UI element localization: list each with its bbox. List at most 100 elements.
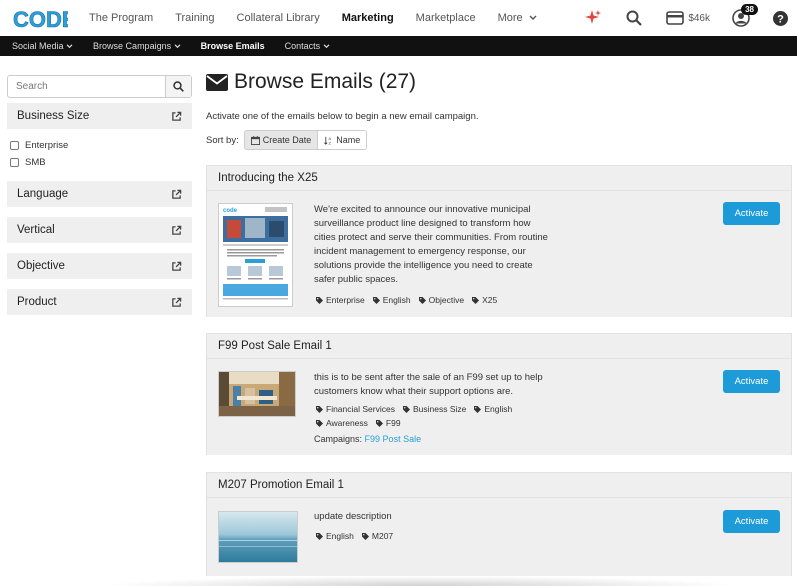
chevron-down-icon: [529, 15, 537, 20]
option-label: SMB: [25, 157, 46, 168]
description-line: surveillance product line designed to tr…: [314, 218, 531, 229]
option-label: Enterprise: [25, 140, 69, 151]
filter-sidebar: Business Size Enterprise SMB Language Ve…: [7, 75, 192, 315]
sort-option-label: Create Date: [262, 135, 312, 145]
search-input[interactable]: [8, 76, 165, 97]
tag-list: English M207: [316, 529, 556, 543]
tag-icon: [375, 419, 383, 427]
tag-label: English: [484, 404, 513, 414]
tag-label: Awareness: [326, 418, 368, 428]
description-line: customers know what their support option…: [314, 386, 514, 397]
filter-option-smb[interactable]: SMB: [10, 154, 189, 171]
email-card: Introducing the X25 code We're excited t…: [206, 165, 792, 317]
email-thumbnail[interactable]: [218, 371, 296, 417]
campaigns-line: Campaigns: F99 Post Sale: [314, 434, 421, 444]
external-link-icon: [172, 261, 182, 271]
subnav-browse-emails[interactable]: Browse Emails: [201, 41, 265, 51]
sort-create-date-button[interactable]: Create Date: [243, 130, 319, 150]
nav-more-label: More: [497, 12, 523, 24]
business-size-options: Enterprise SMB: [7, 129, 192, 177]
filter-option-enterprise[interactable]: Enterprise: [10, 137, 189, 154]
main-content: Browse Emails (27) Activate one of the e…: [206, 68, 792, 150]
chevron-down-icon: [66, 44, 73, 49]
nav-training[interactable]: Training: [175, 0, 214, 36]
email-card-title[interactable]: F99 Post Sale Email 1: [207, 334, 791, 359]
nav-marketing[interactable]: Marketing: [342, 0, 394, 36]
nav-collateral-library[interactable]: Collateral Library: [237, 0, 320, 36]
sub-navigation: Social Media Browse Campaigns Browse Ema…: [0, 36, 797, 56]
activate-button[interactable]: Activate: [723, 370, 780, 393]
svg-text:?: ?: [777, 13, 784, 25]
page-title: Browse Emails (27): [206, 68, 792, 96]
filter-objective[interactable]: Objective: [7, 253, 192, 279]
sparkle-icon[interactable]: [584, 0, 602, 36]
tag[interactable]: Business Size: [402, 402, 467, 416]
checkbox[interactable]: [10, 158, 19, 167]
wallet-button[interactable]: $46k: [666, 11, 710, 25]
filter-vertical[interactable]: Vertical: [7, 217, 192, 243]
tag-icon: [372, 296, 380, 304]
help-icon[interactable]: ?: [772, 0, 789, 36]
sort-bar: Sort by: Create Date AZ Name: [206, 130, 792, 150]
filter-language[interactable]: Language: [7, 181, 192, 207]
tag[interactable]: Financial Services: [316, 402, 395, 416]
main-nav: The Program Training Collateral Library …: [89, 0, 559, 36]
tag[interactable]: Enterprise: [316, 293, 365, 307]
email-thumbnail[interactable]: [218, 511, 298, 563]
sort-name-button[interactable]: AZ Name: [318, 130, 368, 150]
email-card-body: update description English M207 Activate: [207, 498, 791, 576]
tag-label: M207: [371, 531, 394, 541]
email-card-title[interactable]: M207 Promotion Email 1: [207, 473, 791, 498]
tag[interactable]: M207: [361, 529, 394, 543]
email-thumbnail[interactable]: code: [218, 203, 293, 307]
checkbox[interactable]: [10, 141, 19, 150]
search-button[interactable]: [165, 76, 191, 97]
filter-label: Language: [17, 188, 69, 200]
campaigns-label: Campaigns:: [314, 434, 363, 444]
user-menu[interactable]: 38: [732, 0, 758, 36]
tag-label: Business Size: [412, 404, 467, 414]
filter-product[interactable]: Product: [7, 289, 192, 315]
activate-button[interactable]: Activate: [723, 510, 780, 533]
filter-label: Objective: [17, 260, 65, 272]
tag-icon: [472, 296, 480, 304]
tag[interactable]: English: [316, 529, 354, 543]
tag-icon: [316, 405, 323, 413]
search-icon[interactable]: [626, 0, 643, 36]
logo[interactable]: CODE: [12, 5, 68, 33]
tag[interactable]: Awareness: [316, 416, 368, 430]
tag[interactable]: English: [372, 293, 411, 307]
sort-alpha-icon: AZ: [324, 136, 332, 145]
subnav-browse-campaigns[interactable]: Browse Campaigns: [93, 41, 181, 51]
nav-marketplace[interactable]: Marketplace: [416, 0, 476, 36]
tag[interactable]: English: [474, 402, 512, 416]
filter-business-size[interactable]: Business Size: [7, 103, 192, 129]
nav-right: $46k 38 ?: [584, 0, 789, 36]
subnav-contacts-label: Contacts: [284, 41, 321, 51]
filter-label: Business Size: [17, 110, 90, 122]
subnav-browse-campaigns-label: Browse Campaigns: [93, 41, 172, 51]
nav-more[interactable]: More: [498, 0, 537, 36]
tag[interactable]: Objective: [418, 293, 465, 307]
external-link-icon: [172, 297, 182, 307]
page-title-text: Browse Emails (27): [234, 70, 417, 93]
external-link-icon: [172, 111, 182, 121]
email-description: this is to be sent after the sale of an …: [314, 371, 594, 399]
campaign-link[interactable]: F99 Post Sale: [365, 434, 422, 444]
nav-the-program[interactable]: The Program: [89, 0, 153, 36]
subnav-social-media[interactable]: Social Media: [12, 41, 73, 51]
activate-button[interactable]: Activate: [723, 202, 780, 225]
subnav-contacts[interactable]: Contacts: [285, 41, 330, 51]
chevron-down-icon: [174, 44, 181, 49]
tag-label: English: [382, 295, 411, 305]
tag[interactable]: X25: [472, 293, 497, 307]
tag-list: Financial Services Business Size English…: [316, 402, 546, 430]
tag-label: X25: [482, 295, 498, 305]
description-line: incident management to emergency respons…: [314, 246, 526, 257]
email-card-title[interactable]: Introducing the X25: [207, 166, 791, 191]
description-line: safer public spaces.: [314, 274, 398, 285]
tag[interactable]: F99: [375, 416, 401, 430]
tag-label: Objective: [428, 295, 465, 305]
subnav-social-media-label: Social Media: [12, 41, 64, 51]
notification-badge: 38: [741, 4, 758, 15]
